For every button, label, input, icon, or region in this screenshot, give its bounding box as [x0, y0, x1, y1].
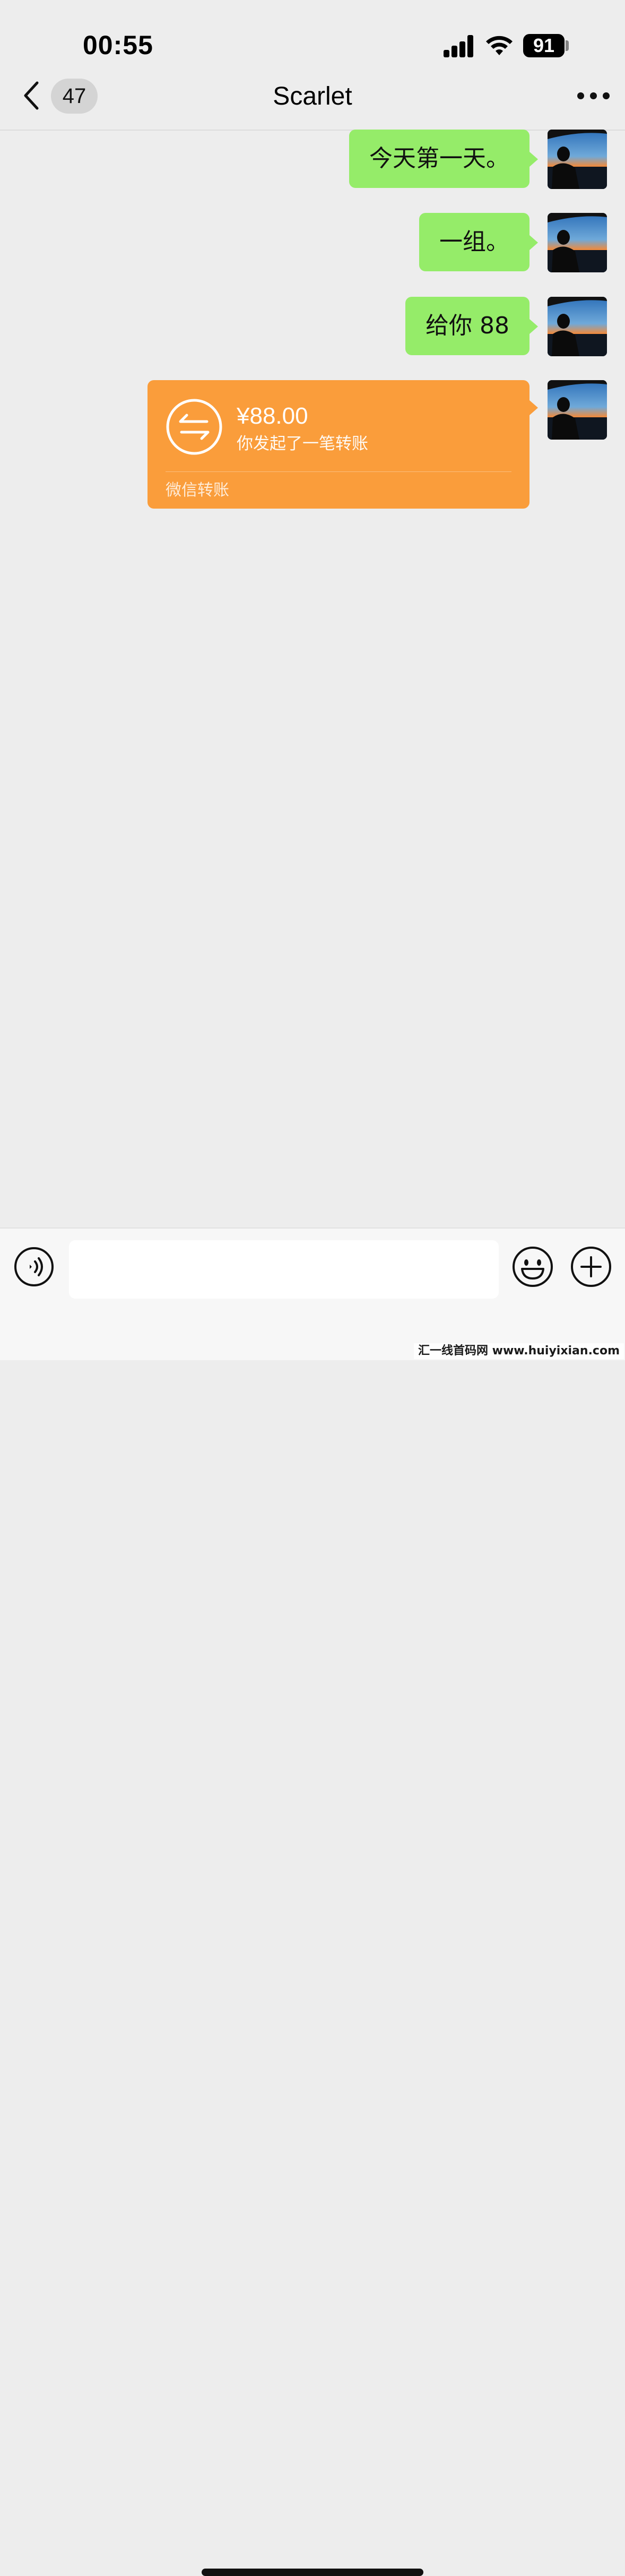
status-time: 00:55 — [83, 30, 153, 60]
wifi-icon — [486, 36, 513, 55]
voice-icon[interactable] — [14, 1247, 54, 1287]
more-dots-icon[interactable] — [575, 85, 612, 106]
battery-cap — [566, 40, 569, 51]
transfer-description: 你发起了一笔转账 — [237, 434, 368, 453]
message-input[interactable] — [69, 1240, 499, 1299]
avatar[interactable] — [548, 213, 607, 272]
top-bar: 00:55 91 47 Scarlet — [0, 0, 625, 131]
watermark: 汇一线首码网 www.huiyixian.com — [414, 1343, 624, 1359]
chevron-left-icon[interactable] — [21, 80, 42, 111]
avatar[interactable] — [548, 130, 607, 189]
battery-level: 91 — [523, 34, 565, 57]
unread-count-badge[interactable]: 47 — [51, 79, 98, 114]
avatar[interactable] — [548, 297, 607, 356]
transfer-footer: 微信转账 — [166, 481, 229, 500]
transfer-divider — [166, 471, 511, 472]
transfer-amount: ¥88.00 — [237, 403, 308, 429]
cellular-signal-icon — [444, 35, 475, 57]
emoji-icon[interactable] — [511, 1246, 554, 1288]
plus-icon[interactable] — [570, 1246, 612, 1288]
input-bar — [0, 1227, 625, 2576]
home-indicator[interactable] — [202, 2569, 423, 2576]
message-bubble[interactable]: 给你 88 — [405, 297, 538, 355]
transfer-card[interactable]: ¥88.00 你发起了一笔转账 微信转账 — [147, 380, 538, 509]
transfer-arrows-icon — [166, 399, 222, 455]
avatar[interactable] — [548, 380, 607, 440]
message-bubble[interactable]: 今天第一天。 — [349, 130, 538, 188]
message-bubble[interactable]: 一组。 — [419, 213, 538, 271]
